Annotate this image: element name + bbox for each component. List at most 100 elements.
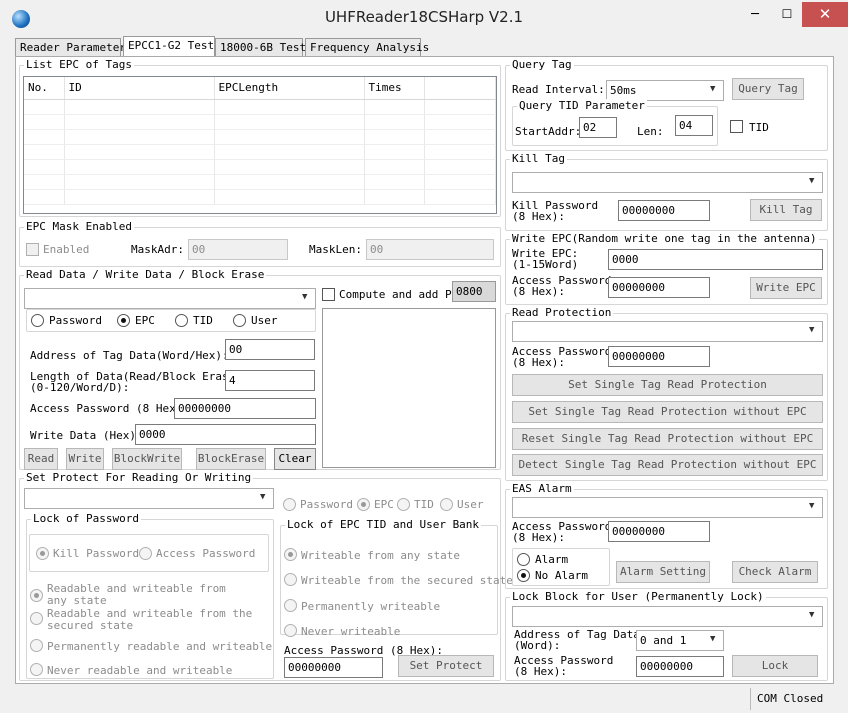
lock-button[interactable]: Lock: [732, 655, 818, 677]
tab-frequency-analysis[interactable]: Frequency Analysis: [305, 38, 429, 57]
kill-tag-group: Kill Tag ▼ Kill Password (8 Hex): 000000…: [505, 152, 828, 231]
no-alarm-radio[interactable]: [517, 569, 530, 582]
table-row[interactable]: [24, 159, 496, 175]
rw-tag-select[interactable]: ▼: [24, 288, 316, 309]
len-input[interactable]: 04: [675, 115, 713, 136]
write-epc-label-2: (1-15Word): [512, 258, 579, 271]
pw-option-radio-4[interactable]: [30, 663, 43, 676]
rw-radio-epc[interactable]: [117, 314, 130, 327]
tab-18000-6b-test[interactable]: 18000-6B Test: [215, 38, 306, 57]
bank-option-radio-2[interactable]: [284, 573, 297, 586]
lock-block-tag-select[interactable]: ▼: [512, 606, 823, 627]
chevron-down-icon: ▼: [809, 501, 815, 511]
reset-read-protection-no-epc-button[interactable]: Reset Single Tag Read Protection without…: [512, 428, 823, 450]
rw-radio-user[interactable]: [233, 314, 246, 327]
bank-option-radio-1[interactable]: [284, 548, 297, 561]
rw-radio-password[interactable]: [31, 314, 44, 327]
column-header-no[interactable]: No.: [24, 77, 65, 100]
tab-reader-parameter[interactable]: Reader Parameter: [15, 38, 126, 57]
rw-length-input[interactable]: 4: [225, 370, 315, 391]
start-addr-input[interactable]: 02: [579, 117, 617, 138]
protect-radio-epc[interactable]: [357, 498, 370, 511]
lock-block-pw-input[interactable]: 00000000: [636, 656, 724, 677]
alarm-radio[interactable]: [517, 553, 530, 566]
kill-password-input[interactable]: 00000000: [618, 200, 710, 221]
kill-password-radio[interactable]: [36, 547, 49, 560]
len-label: Len:: [637, 125, 664, 138]
kill-tag-title: Kill Tag: [510, 152, 567, 165]
column-header-times[interactable]: Times: [364, 77, 425, 100]
check-alarm-button[interactable]: Check Alarm: [732, 561, 818, 583]
protect-radio-user[interactable]: [440, 498, 453, 511]
compute-pc-checkbox[interactable]: [322, 288, 335, 301]
read-button[interactable]: Read: [24, 448, 58, 470]
rw-radio-tid-label: TID: [193, 314, 213, 327]
write-epc-button[interactable]: Write EPC: [750, 277, 822, 299]
protect-radio-password[interactable]: [283, 498, 296, 511]
epc-table: No. ID EPCLength Times: [24, 77, 496, 205]
title-bar: UHFReader18CSHarp V2.1 ─ ☐ ✕: [0, 0, 848, 37]
rw-address-input[interactable]: 00: [225, 339, 315, 360]
eas-pw-input[interactable]: 00000000: [608, 521, 710, 542]
maximize-button[interactable]: ☐: [772, 2, 802, 27]
pw-option-radio-3[interactable]: [30, 639, 43, 652]
protect-tag-select[interactable]: ▼: [24, 488, 274, 509]
close-button[interactable]: ✕: [802, 2, 848, 27]
protect-radio-tid[interactable]: [397, 498, 410, 511]
lock-block-addr-label-2: (Word):: [514, 639, 561, 652]
detect-read-protection-no-epc-button[interactable]: Detect Single Tag Read Protection withou…: [512, 454, 823, 476]
mask-len-input[interactable]: 00: [366, 239, 494, 260]
set-protect-button[interactable]: Set Protect: [398, 655, 494, 677]
mask-adr-input[interactable]: 00: [188, 239, 288, 260]
lock-block-addr-select[interactable]: 0 and 1 ▼: [636, 630, 724, 651]
rw-radio-tid[interactable]: [175, 314, 188, 327]
epc-list-view[interactable]: No. ID EPCLength Times: [23, 76, 497, 214]
kill-password-field-label-2: (8 Hex):: [512, 210, 565, 223]
set-read-protection-button[interactable]: Set Single Tag Read Protection: [512, 374, 823, 396]
kill-tag-button[interactable]: Kill Tag: [750, 199, 822, 221]
table-row[interactable]: [24, 144, 496, 160]
column-header-id[interactable]: ID: [64, 77, 215, 100]
rw-data-textarea[interactable]: [322, 308, 496, 468]
protect-access-input[interactable]: 00000000: [284, 657, 383, 678]
table-row[interactable]: [24, 99, 496, 115]
pw-option-radio-2[interactable]: [30, 612, 43, 625]
tid-checkbox-label: TID: [749, 121, 769, 134]
table-row[interactable]: [24, 174, 496, 190]
clear-button[interactable]: Clear: [274, 448, 316, 470]
rw-write-input[interactable]: 0000: [135, 424, 316, 445]
read-protection-pw-input[interactable]: 00000000: [608, 346, 710, 367]
set-read-protection-no-epc-button[interactable]: Set Single Tag Read Protection without E…: [512, 401, 823, 423]
access-password-label: Access Password: [156, 547, 256, 560]
write-epc-input[interactable]: 0000: [608, 249, 823, 270]
bank-option-radio-3[interactable]: [284, 599, 297, 612]
chevron-down-icon: ▼: [809, 176, 815, 186]
bank-option-radio-4[interactable]: [284, 624, 297, 637]
tab-epcc1-g2-test[interactable]: EPCC1-G2 Test: [123, 36, 215, 58]
block-erase-button[interactable]: BlockErase: [196, 448, 266, 470]
eas-tag-select[interactable]: ▼: [512, 497, 823, 518]
tid-checkbox[interactable]: [730, 120, 743, 133]
pw-option-radio-1[interactable]: [30, 589, 43, 602]
query-tag-button[interactable]: Query Tag: [732, 78, 804, 100]
read-protection-select[interactable]: ▼: [512, 321, 823, 342]
read-interval-select[interactable]: 50ms ▼: [606, 80, 724, 101]
kill-tag-select[interactable]: ▼: [512, 172, 823, 193]
bank-option-label-4: Never writeable: [301, 625, 401, 638]
alarm-setting-button[interactable]: Alarm Setting: [616, 561, 710, 583]
table-row[interactable]: [24, 189, 496, 205]
table-row[interactable]: [24, 129, 496, 145]
pw-option-label-2b: secured state: [47, 619, 134, 632]
rw-access-label: Access Password (8 Hex):: [30, 402, 189, 415]
pc-value-input[interactable]: 0800: [452, 281, 496, 302]
table-row[interactable]: [24, 114, 496, 130]
rw-access-input[interactable]: 00000000: [174, 398, 316, 419]
write-epc-pw-input[interactable]: 00000000: [608, 277, 710, 298]
mask-enabled-checkbox[interactable]: [26, 243, 39, 256]
mask-enabled-label: Enabled: [43, 243, 90, 256]
minimize-button[interactable]: ─: [738, 2, 772, 27]
column-header-epclength[interactable]: EPCLength: [214, 77, 365, 100]
write-button[interactable]: Write: [66, 448, 104, 470]
access-password-radio[interactable]: [139, 547, 152, 560]
block-write-button[interactable]: BlockWrite: [112, 448, 182, 470]
